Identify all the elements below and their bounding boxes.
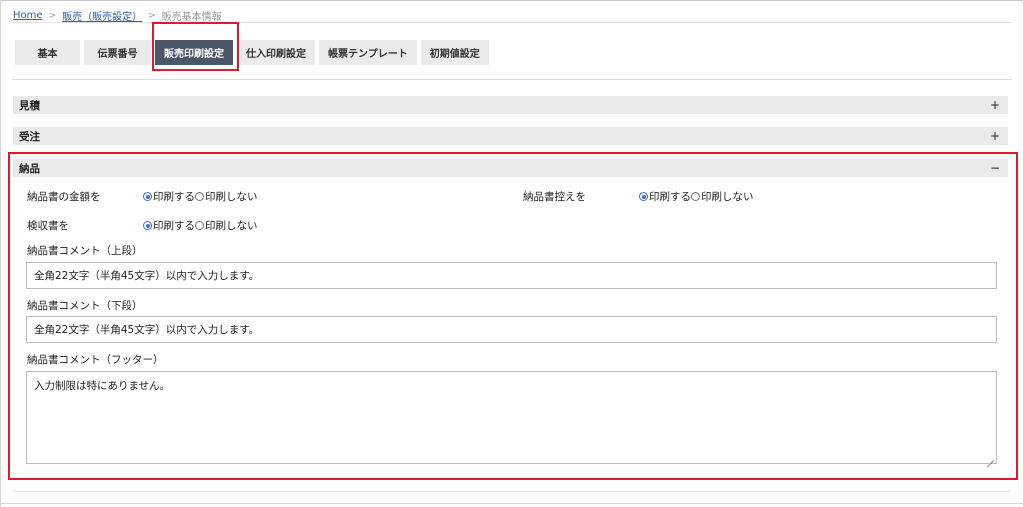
section-header-order[interactable]: 受注 +	[13, 127, 1008, 145]
comment-footer-textarea[interactable]: 入力制限は特にありません。	[26, 371, 997, 464]
settings-tabs: 基本 伝票番号 販売印刷設定 仕入印刷設定 帳票テンプレート 初期値設定	[15, 40, 493, 65]
radio-label: 印刷しない	[205, 191, 258, 203]
tab-purchase-print-settings[interactable]: 仕入印刷設定	[237, 40, 315, 65]
breadcrumb-separator: >	[148, 10, 156, 21]
section-header-estimate[interactable]: 見積 +	[13, 96, 1008, 114]
delivery-copy-print-radio[interactable]	[639, 192, 648, 201]
breadcrumb-current: 販売基本情報	[161, 12, 222, 23]
comment-lower-input[interactable]: 全角22文字（半角45文字）以内で入力します。	[26, 316, 997, 343]
breadcrumb-sales-settings-link[interactable]: 販売（販売設定）	[62, 8, 142, 23]
top-border	[0, 0, 1024, 1]
inspection-print-radio[interactable]	[143, 221, 152, 230]
comment-upper-input[interactable]: 全角22文字（半角45文字）以内で入力します。	[26, 262, 997, 289]
radio-label: 印刷する	[153, 220, 195, 232]
section-divider	[13, 491, 1010, 492]
active-tab-highlight	[152, 22, 239, 71]
tab-basic[interactable]: 基本	[15, 40, 80, 65]
delivery-copy-radio-group: 印刷する 印刷しない	[639, 189, 754, 204]
breadcrumb-home-link[interactable]: Home	[13, 10, 43, 21]
section-title-delivery: 納品	[19, 162, 40, 175]
tab-slip-number[interactable]: 伝票番号	[84, 40, 151, 65]
section-title-estimate: 見積	[19, 99, 40, 112]
page-bottom-border	[0, 503, 1024, 504]
comment-footer-value: 入力制限は特にありません。	[34, 380, 171, 392]
inspection-noprint-radio[interactable]	[195, 221, 204, 230]
collapse-icon[interactable]: −	[990, 161, 1000, 175]
section-header-delivery[interactable]: 納品 −	[13, 159, 1008, 177]
radio-label: 印刷する	[153, 191, 195, 203]
comment-footer-label: 納品書コメント（フッター）	[27, 354, 164, 366]
delivery-amount-print-radio[interactable]	[143, 192, 152, 201]
inspection-radio-group: 印刷する 印刷しない	[143, 218, 258, 233]
section-title-order: 受注	[19, 130, 40, 143]
delivery-amount-noprint-radio[interactable]	[195, 192, 204, 201]
comment-lower-label: 納品書コメント（下段）	[27, 300, 143, 312]
inspection-label: 検収書を	[27, 220, 69, 232]
expand-icon[interactable]: +	[990, 129, 1000, 143]
breadcrumb: Home > 販売（販売設定） > 販売基本情報	[13, 8, 222, 23]
tabs-divider	[12, 79, 1012, 80]
radio-label: 印刷する	[649, 191, 691, 203]
comment-upper-label: 納品書コメント（上段）	[27, 245, 143, 257]
expand-icon[interactable]: +	[990, 98, 1000, 112]
delivery-copy-label: 納品書控えを	[523, 191, 586, 203]
delivery-copy-noprint-radio[interactable]	[691, 192, 700, 201]
delivery-amount-label: 納品書の金額を	[27, 191, 101, 203]
tab-form-template[interactable]: 帳票テンプレート	[319, 40, 417, 65]
delivery-amount-radio-group: 印刷する 印刷しない	[143, 189, 258, 204]
radio-label: 印刷しない	[701, 191, 754, 203]
left-border	[0, 0, 1, 507]
breadcrumb-separator: >	[48, 10, 57, 21]
tab-default-settings[interactable]: 初期値設定	[420, 40, 489, 65]
radio-label: 印刷しない	[205, 220, 258, 232]
resize-handle-icon[interactable]	[987, 454, 994, 461]
